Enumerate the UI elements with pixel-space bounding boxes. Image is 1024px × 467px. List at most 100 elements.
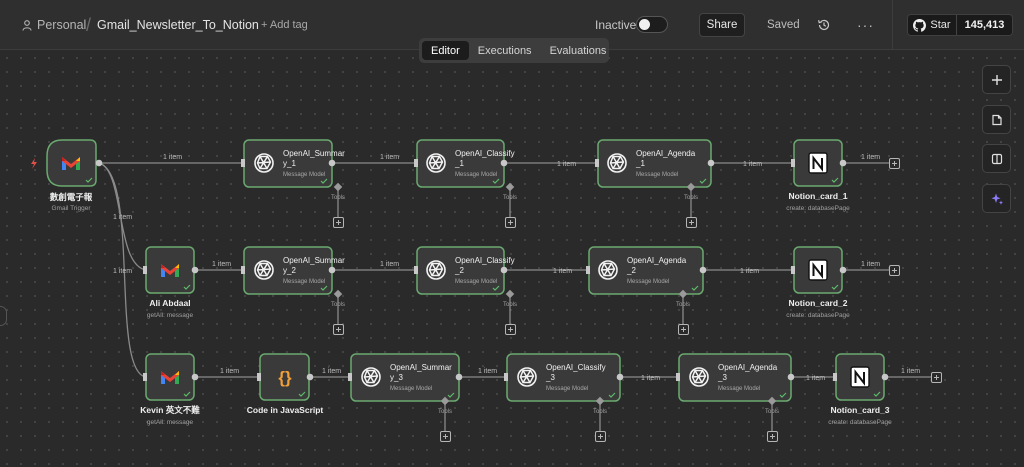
svg-text:Message Model: Message Model — [455, 172, 497, 178]
edge-label: 1 item — [743, 161, 762, 168]
svg-text:Tools: Tools — [684, 195, 698, 201]
toggle-panel-button[interactable] — [982, 144, 1011, 173]
svg-text:OpenAI_Summar: OpenAI_Summar — [283, 149, 345, 158]
left-panel-handle[interactable] — [0, 306, 7, 326]
node-gmail-ali-abdaal[interactable]: Ali Abdaal getAll: message — [143, 246, 199, 319]
svg-text:y_2: y_2 — [283, 266, 296, 275]
node-code-javascript[interactable]: {} Code in JavaScript — [247, 353, 324, 415]
node-notion-card-1[interactable]: Notion_card_1 create: databasePage — [786, 139, 850, 212]
svg-text:_1: _1 — [454, 159, 464, 168]
node-openai-classify-1[interactable]: OpenAI_Classify _1 Message Model Tools — [414, 139, 517, 201]
plus-icon — [889, 265, 900, 276]
code-braces-icon: {} — [278, 368, 292, 387]
svg-text:Message Model: Message Model — [390, 386, 432, 392]
svg-text:y_3: y_3 — [390, 373, 403, 382]
sticky-note-button[interactable] — [982, 105, 1011, 134]
svg-text:Notion_card_1: Notion_card_1 — [788, 191, 847, 201]
edge-label: 1 item — [113, 268, 132, 275]
svg-text:_3: _3 — [545, 373, 555, 382]
svg-text:create: databasePage: create: databasePage — [786, 205, 850, 212]
svg-text:OpenAI_Summar: OpenAI_Summar — [390, 363, 452, 372]
notion-icon — [808, 152, 828, 174]
svg-text:Message Model: Message Model — [455, 279, 497, 285]
node-subtitle: getAll: message — [147, 312, 194, 319]
edge-label: 1 item — [478, 368, 497, 375]
notion-icon — [850, 366, 870, 388]
edge-label: 1 item — [212, 261, 231, 268]
edge-label: 1 item — [557, 161, 576, 168]
svg-text:OpenAI_Classify: OpenAI_Classify — [546, 363, 606, 372]
plus-icon — [889, 158, 900, 169]
node-notion-card-2[interactable]: Notion_card_2 create: databasePage — [786, 246, 850, 319]
svg-text:Tools: Tools — [593, 409, 607, 415]
edge-label: 1 item — [220, 368, 239, 375]
plus-icon — [505, 324, 516, 335]
svg-text:Notion_card_3: Notion_card_3 — [830, 405, 889, 415]
svg-text:create: databasePage: create: databasePage — [828, 419, 892, 426]
edge-label: 1 item — [163, 154, 182, 161]
node-gmail-kevin[interactable]: Kevin 英文不難 getAll: message — [140, 353, 200, 426]
svg-text:Tools: Tools — [765, 409, 779, 415]
svg-text:Message Model: Message Model — [283, 279, 325, 285]
svg-text:Notion_card_2: Notion_card_2 — [788, 298, 847, 308]
edge-label: 1 item — [641, 375, 660, 382]
plus-icon — [333, 324, 344, 335]
plus-icon — [991, 74, 1002, 85]
node-openai-agenda-1[interactable]: OpenAI_Agenda _1 Message Model Tools — [595, 139, 715, 201]
svg-text:Message Model: Message Model — [636, 172, 678, 178]
plus-icon — [767, 431, 778, 442]
svg-text:OpenAI_Agenda: OpenAI_Agenda — [636, 149, 696, 158]
svg-text:Message Model: Message Model — [627, 279, 669, 285]
node-subtitle: getAll: message — [147, 419, 194, 426]
edge-label: 1 item — [380, 261, 399, 268]
plus-icon — [440, 431, 451, 442]
edge-label: 1 item — [322, 368, 341, 375]
svg-text:Tools: Tools — [438, 409, 452, 415]
edge-label: 1 item — [740, 268, 759, 275]
node-title: Kevin 英文不難 — [140, 405, 200, 415]
plus-icon — [333, 217, 344, 228]
ai-assistant-button[interactable] — [982, 184, 1011, 213]
node-title: Ali Abdaal — [149, 298, 190, 308]
svg-text:_3: _3 — [717, 373, 727, 382]
svg-text:Message Model: Message Model — [546, 386, 588, 392]
node-openai-summary-2[interactable]: OpenAI_Summar y_2 Message Model Tools — [241, 246, 345, 308]
plus-icon — [931, 372, 942, 383]
svg-text:_2: _2 — [626, 266, 636, 275]
edge-label: 1 item — [806, 375, 825, 382]
node-openai-agenda-2[interactable]: OpenAI_Agenda _2 Message Model Tools — [586, 246, 707, 308]
plus-icon — [686, 217, 697, 228]
edge-label: 1 item — [901, 368, 920, 375]
svg-text:Message Model: Message Model — [283, 172, 325, 178]
svg-text:Tools: Tools — [503, 302, 517, 308]
node-gmail-trigger[interactable]: 數創電子報 Gmail Trigger — [46, 139, 103, 212]
ai-sparkle-icon — [991, 193, 1003, 205]
svg-text:OpenAI_Agenda: OpenAI_Agenda — [718, 363, 778, 372]
node-openai-classify-2[interactable]: OpenAI_Classify _2 Message Model Tools — [414, 246, 517, 308]
svg-text:Tools: Tools — [331, 195, 345, 201]
node-subtitle: Gmail Trigger — [51, 205, 91, 212]
svg-text:OpenAI_Agenda: OpenAI_Agenda — [627, 256, 687, 265]
plus-icon — [595, 431, 606, 442]
node-openai-classify-3[interactable]: OpenAI_Classify _3 Message Model Tools — [504, 353, 624, 415]
edge-label: 1 item — [113, 214, 132, 221]
svg-text:OpenAI_Classify: OpenAI_Classify — [455, 256, 515, 265]
svg-text:y_1: y_1 — [283, 159, 296, 168]
node-title: Code in JavaScript — [247, 405, 324, 415]
svg-text:Message Model: Message Model — [718, 386, 760, 392]
edge-label: 1 item — [380, 154, 399, 161]
edge-label: 1 item — [553, 268, 572, 275]
trigger-bolt-icon — [31, 158, 37, 169]
add-node-button[interactable] — [982, 65, 1011, 94]
svg-text:Tools: Tools — [503, 195, 517, 201]
panel-icon — [991, 153, 1002, 164]
notion-icon — [808, 259, 828, 281]
edge-label: 1 item — [861, 154, 880, 161]
node-notion-card-3[interactable]: Notion_card_3 create: databasePage — [828, 353, 892, 426]
plus-icon — [505, 217, 516, 228]
node-openai-summary-1[interactable]: OpenAI_Summar y_1 Message Model Tools — [241, 139, 345, 201]
sticky-note-icon — [991, 114, 1002, 125]
node-openai-agenda-3[interactable]: OpenAI_Agenda _3 Message Model Tools — [676, 353, 795, 415]
svg-text:OpenAI_Summar: OpenAI_Summar — [283, 256, 345, 265]
svg-text:Tools: Tools — [676, 302, 690, 308]
